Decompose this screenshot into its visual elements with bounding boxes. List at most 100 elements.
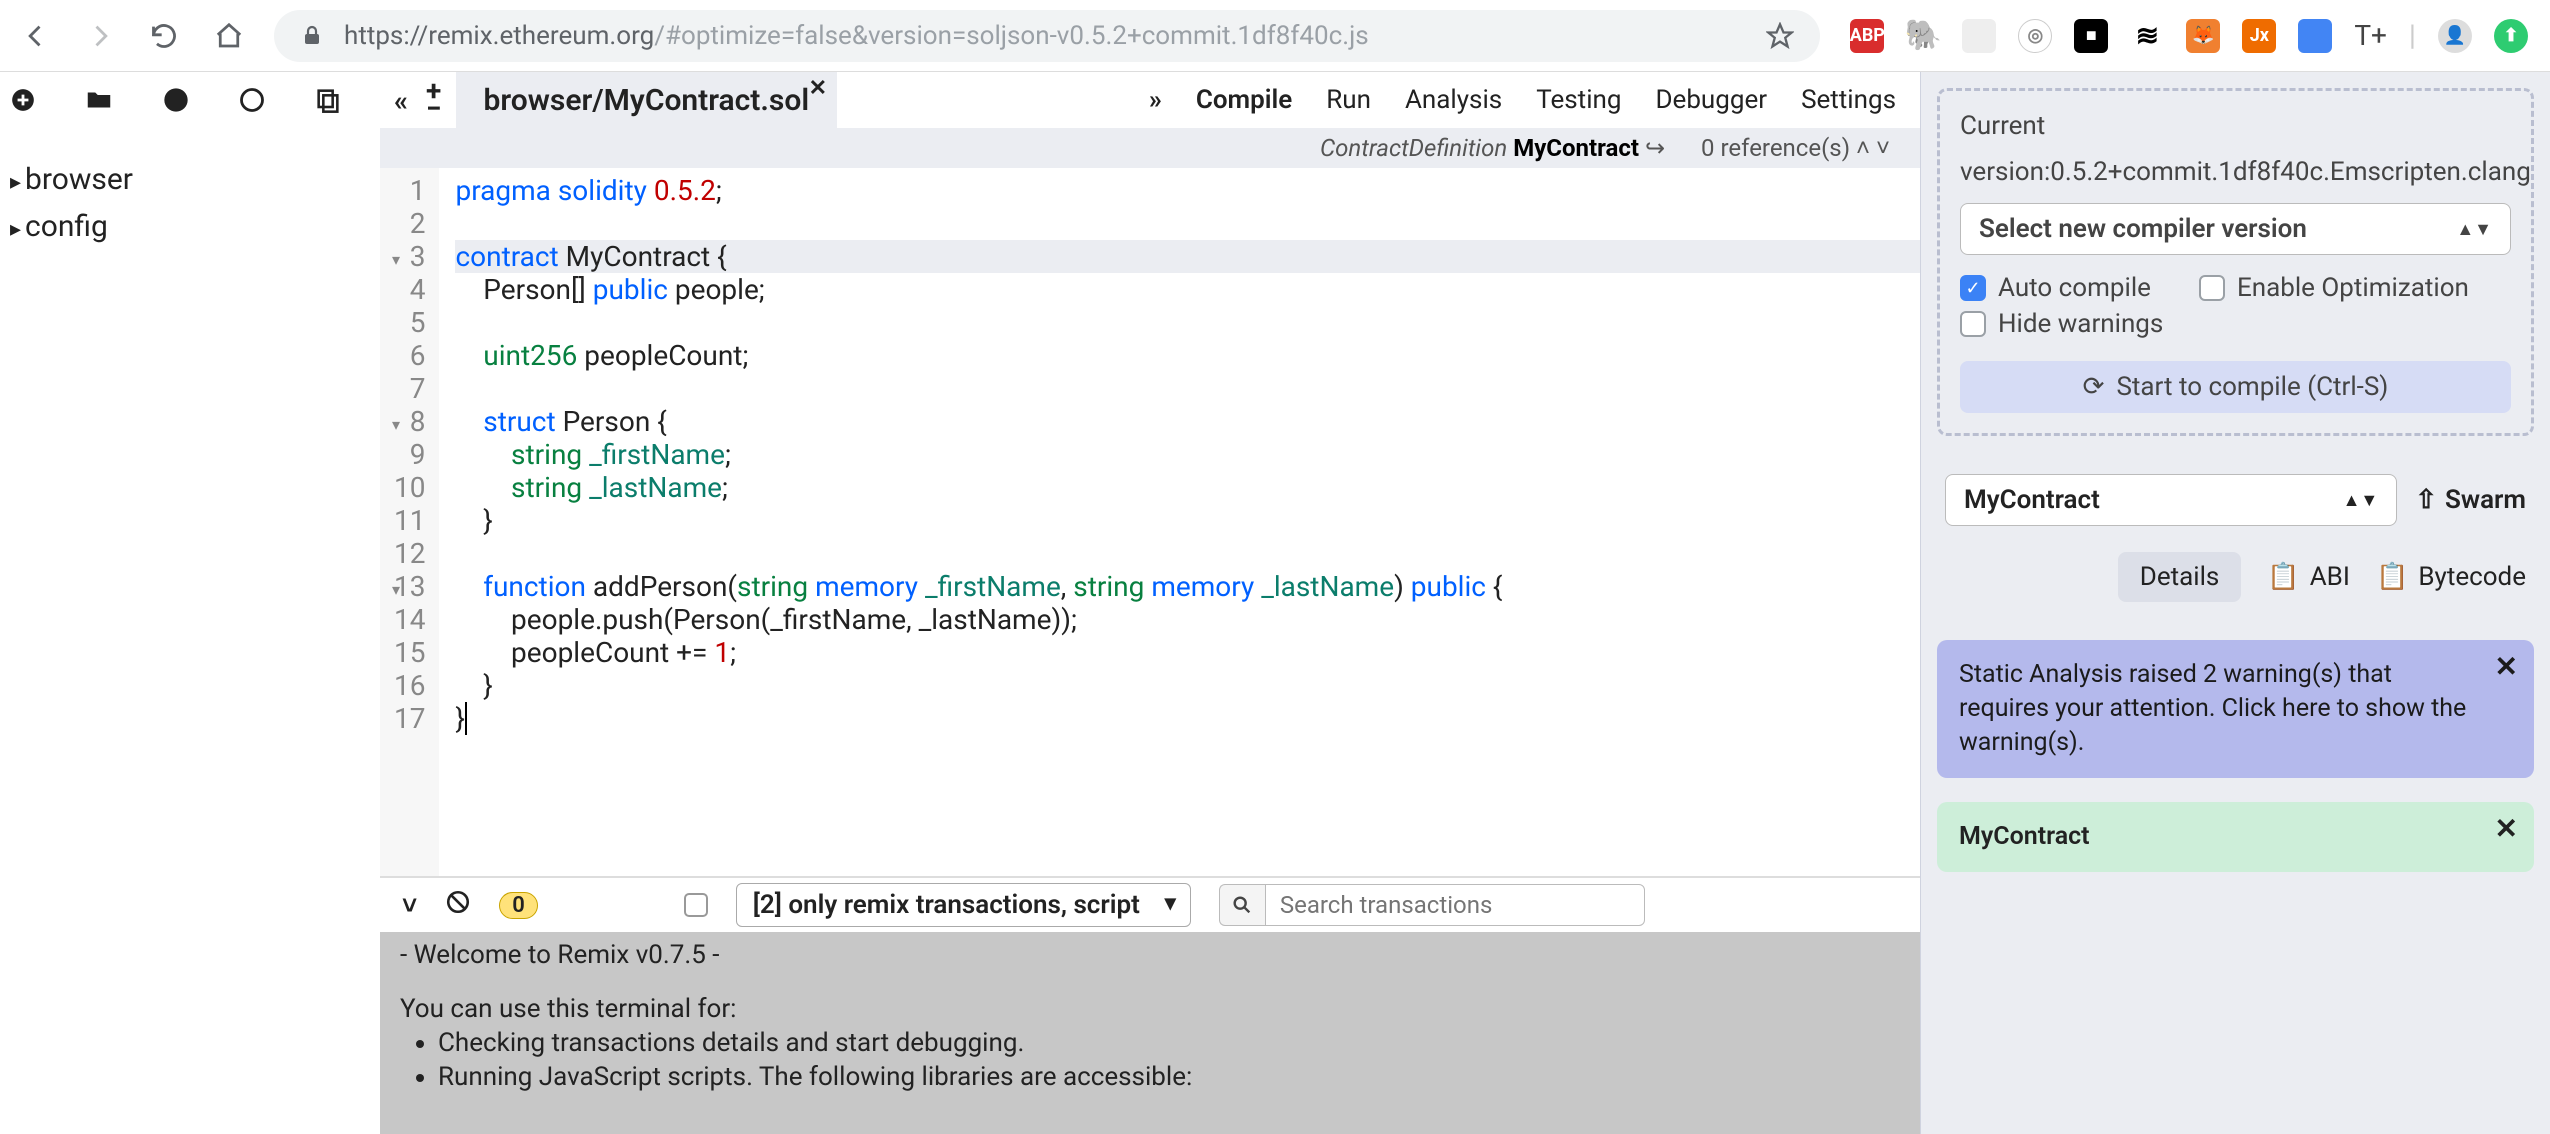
listen-checkbox[interactable] — [684, 893, 708, 917]
panel-tab-testing[interactable]: Testing — [1536, 85, 1621, 115]
lock-icon — [300, 24, 324, 48]
bytecode-button[interactable]: 📋Bytecode — [2376, 562, 2526, 592]
zoom-controls[interactable]: +− — [426, 82, 442, 118]
collapse-right-icon[interactable]: » — [1149, 85, 1162, 115]
forward-icon[interactable] — [86, 22, 114, 50]
code-line[interactable] — [455, 207, 1920, 240]
code-line[interactable]: } — [455, 702, 1920, 735]
tree-item-config[interactable]: ▸config — [10, 203, 370, 250]
browser-chrome: https://remix.ethereum.org/#optimize=fal… — [0, 0, 2550, 72]
enable-optimization-checkbox[interactable]: Enable Optimization — [2199, 273, 2469, 303]
close-icon[interactable]: ✕ — [2495, 812, 2518, 846]
panel-tab-settings[interactable]: Settings — [1801, 85, 1896, 115]
code-line[interactable]: } — [455, 504, 1920, 537]
terminal-welcome: - Welcome to Remix v0.7.5 - — [400, 938, 1900, 972]
tab-bar: « +− browser/MyContract.sol ✕ » Compile R… — [380, 72, 1920, 128]
contract-name: MyContract — [1513, 134, 1639, 162]
panel-tab-run[interactable]: Run — [1326, 85, 1371, 115]
extension-icons: ABP 🐘 ◎ ■ ≋ 🦊 Jx T+ | 👤 ⬆ — [1850, 19, 2528, 53]
ext-up-icon[interactable]: ⬆ — [2494, 19, 2528, 53]
file-explorer: ▸browser▸config — [0, 72, 380, 1134]
address-bar[interactable]: https://remix.ethereum.org/#optimize=fal… — [274, 10, 1820, 62]
file-tab[interactable]: browser/MyContract.sol ✕ — [456, 72, 838, 128]
clipboard-icon: 📋 — [2376, 562, 2408, 592]
terminal-clear-icon[interactable] — [445, 889, 471, 922]
ext-grey-icon[interactable] — [1962, 19, 1996, 53]
terminal-panel: ˅ 0 [2] only remix transactions, script … — [380, 876, 1920, 1134]
ext-abp-icon[interactable]: ABP — [1850, 19, 1884, 53]
abi-button[interactable]: 📋ABI — [2267, 562, 2350, 592]
ext-blue-icon[interactable] — [2298, 19, 2332, 53]
contract-def-label: ContractDefinition — [1320, 134, 1507, 162]
compile-success-alert[interactable]: MyContract ✕ — [1937, 802, 2534, 872]
current-version: version:0.5.2+commit.1df8f40c.Emscripten… — [1960, 157, 2511, 187]
code-line[interactable] — [455, 372, 1920, 405]
terminal-bullet: Running JavaScript scripts. The followin… — [438, 1060, 1900, 1094]
search-icon[interactable] — [1219, 884, 1265, 926]
terminal-bullet: Checking transactions details and start … — [438, 1026, 1900, 1060]
tab-title: browser/MyContract.sol — [484, 83, 810, 118]
terminal-output[interactable]: - Welcome to Remix v0.7.5 - You can use … — [380, 932, 1920, 1134]
code-line[interactable]: pragma solidity 0.5.2; — [455, 174, 1920, 207]
collapse-left-icon[interactable]: « — [394, 84, 408, 117]
ext-evernote-icon[interactable]: 🐘 — [1906, 19, 1940, 53]
pending-tx-badge: 0 — [499, 892, 538, 919]
details-button[interactable]: Details — [2118, 552, 2242, 602]
code-line[interactable]: function addPerson(string memory _firstN… — [455, 570, 1920, 603]
terminal-toggle-icon[interactable]: ˅ — [402, 890, 417, 921]
current-label: Current — [1960, 111, 2045, 141]
open-folder-icon[interactable] — [84, 85, 114, 115]
editor-info-strip: ContractDefinition MyContract ↪ 0 refere… — [380, 128, 1920, 168]
ref-up-icon[interactable]: ˄ — [1856, 134, 1870, 162]
panel-tab-debugger[interactable]: Debugger — [1655, 85, 1767, 115]
home-icon[interactable] — [214, 21, 244, 51]
close-icon[interactable]: ✕ — [2495, 650, 2518, 684]
code-line[interactable] — [455, 537, 1920, 570]
compiler-version-select[interactable]: Select new compiler version▲▼ — [1960, 203, 2511, 255]
code-line[interactable]: peopleCount += 1; — [455, 636, 1920, 669]
ext-circle-icon[interactable]: ◎ — [2018, 19, 2052, 53]
url-host: https://remix.ethereum.org — [344, 21, 654, 51]
auto-compile-checkbox[interactable]: ✓Auto compile — [1960, 273, 2151, 303]
code-line[interactable]: uint256 peopleCount; — [455, 339, 1920, 372]
ext-textsize-icon[interactable]: T+ — [2354, 19, 2387, 52]
code-line[interactable]: contract MyContract { — [455, 240, 1920, 273]
new-file-icon[interactable] — [10, 87, 36, 113]
github-icon[interactable] — [162, 86, 190, 114]
panel-tab-analysis[interactable]: Analysis — [1405, 85, 1502, 115]
code-line[interactable] — [455, 306, 1920, 339]
tx-filter-dropdown[interactable]: [2] only remix transactions, script — [736, 883, 1191, 927]
ext-fox-icon[interactable]: 🦊 — [2186, 19, 2220, 53]
refresh-icon: ⟳ — [2083, 372, 2105, 402]
code-line[interactable]: Person[] public people; — [455, 273, 1920, 306]
search-transactions-input[interactable] — [1265, 884, 1645, 926]
code-line[interactable]: people.push(Person(_firstName, _lastName… — [455, 603, 1920, 636]
code-line[interactable]: string _firstName; — [455, 438, 1920, 471]
gist-icon[interactable] — [238, 86, 266, 114]
goto-icon[interactable]: ↪ — [1645, 134, 1665, 162]
reload-icon[interactable] — [150, 22, 178, 50]
static-analysis-warning[interactable]: Static Analysis raised 2 warning(s) that… — [1937, 640, 2534, 778]
ref-down-icon[interactable]: ˅ — [1876, 134, 1890, 162]
star-icon[interactable] — [1766, 22, 1794, 50]
code-editor[interactable]: 123▾45678▾910111213▾14151617 pragma soli… — [380, 168, 1920, 876]
panel-tab-compile[interactable]: Compile — [1196, 85, 1292, 115]
hide-warnings-checkbox[interactable]: Hide warnings — [1960, 309, 2163, 339]
tree-item-browser[interactable]: ▸browser — [10, 156, 370, 203]
code-line[interactable]: struct Person { — [455, 405, 1920, 438]
code-line[interactable]: } — [455, 669, 1920, 702]
back-icon[interactable] — [22, 22, 50, 50]
ext-buffer-icon[interactable]: ≋ — [2130, 19, 2164, 53]
start-compile-button[interactable]: ⟳ Start to compile (Ctrl-S) — [1960, 361, 2511, 413]
ext-jx-icon[interactable]: Jx — [2242, 19, 2276, 53]
references-count: 0 reference(s) — [1701, 134, 1850, 162]
contract-select[interactable]: MyContract▲▼ — [1945, 474, 2397, 526]
close-icon[interactable]: ✕ — [809, 76, 827, 101]
compile-panel: Current version:0.5.2+commit.1df8f40c.Em… — [1920, 72, 2550, 1134]
ext-camera-icon[interactable]: ■ — [2074, 19, 2108, 53]
code-line[interactable]: string _lastName; — [455, 471, 1920, 504]
copy-icon[interactable] — [314, 86, 342, 114]
swarm-button[interactable]: ⇧Swarm — [2415, 485, 2526, 515]
avatar[interactable]: 👤 — [2438, 19, 2472, 53]
url-path: /#optimize=false&version=soljson-v0.5.2+… — [654, 21, 1368, 51]
